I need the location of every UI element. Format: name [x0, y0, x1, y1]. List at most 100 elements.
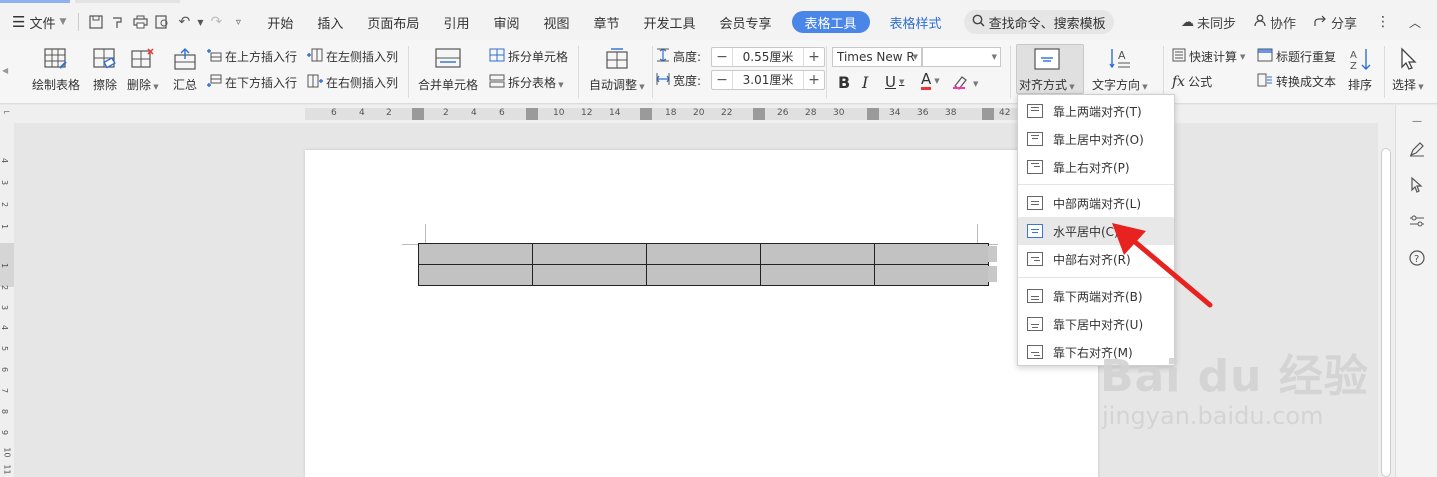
- table-cell[interactable]: [646, 243, 761, 265]
- erase-button[interactable]: 擦除: [91, 40, 119, 93]
- tab-member[interactable]: 会员专享: [708, 8, 784, 36]
- column-marker[interactable]: [867, 108, 879, 120]
- menu-item-middle-justify[interactable]: 中部两端对齐(L): [1018, 189, 1174, 217]
- print-icon[interactable]: [129, 11, 151, 33]
- sort-icon: AZ: [1346, 45, 1374, 73]
- table-cell[interactable]: [532, 264, 647, 286]
- font-size-select[interactable]: ▼: [922, 47, 1001, 67]
- pen-icon[interactable]: [1407, 139, 1427, 159]
- sync-button[interactable]: ☁ 未同步: [1172, 13, 1245, 32]
- file-menu[interactable]: ☰ 文件 ▼: [0, 8, 72, 36]
- convert-to-text-button[interactable]: 转换成文本: [1257, 73, 1336, 90]
- table-cell[interactable]: [874, 243, 989, 265]
- column-marker[interactable]: [412, 108, 424, 120]
- select-button[interactable]: 选择 ▼: [1392, 40, 1424, 93]
- horizontal-ruler[interactable]: ⌐ 6 4 2 2 4 6 10 12 14 18 20 22 26 28 30…: [0, 105, 1395, 123]
- redo-icon[interactable]: ↷: [205, 11, 227, 33]
- collapse-ribbon-icon[interactable]: ︿: [1400, 14, 1437, 31]
- split-cells-button[interactable]: 拆分单元格: [489, 48, 568, 65]
- column-marker[interactable]: [982, 108, 994, 120]
- vertical-scrollbar[interactable]: [1378, 123, 1395, 477]
- repeat-header-button[interactable]: 标题行重复: [1257, 48, 1336, 65]
- ruler-tick: 6: [499, 108, 505, 118]
- tab-table-style[interactable]: 表格样式: [878, 8, 954, 36]
- quick-calc-button[interactable]: 快速计算 ▼: [1172, 48, 1245, 65]
- formula-button[interactable]: fx 公式: [1172, 73, 1212, 90]
- print-preview-icon[interactable]: [151, 11, 173, 33]
- column-marker[interactable]: [526, 108, 538, 120]
- document-table[interactable]: [418, 243, 989, 286]
- tab-view[interactable]: 视图: [531, 8, 581, 36]
- collapse-sidebar-icon[interactable]: —: [1407, 111, 1427, 131]
- tab-references[interactable]: 引用: [431, 8, 481, 36]
- convert-text-icon: [1257, 73, 1273, 90]
- tab-table-tools[interactable]: 表格工具: [791, 11, 870, 33]
- insert-row-above-button[interactable]: 在上方插入行: [206, 48, 297, 65]
- height-increase-button[interactable]: +: [804, 49, 824, 65]
- width-value[interactable]: 3.01厘米: [732, 71, 804, 89]
- merge-cells-button[interactable]: 合并单元格: [418, 40, 478, 93]
- table-cell[interactable]: [760, 243, 875, 265]
- menu-item-top-center[interactable]: 靠上居中对齐(O): [1018, 125, 1174, 153]
- height-decrease-button[interactable]: −: [712, 49, 732, 65]
- save-icon[interactable]: [85, 11, 107, 33]
- menu-item-top-justify[interactable]: 靠上两端对齐(T): [1018, 97, 1174, 125]
- tab-review[interactable]: 审阅: [481, 8, 531, 36]
- format-painter-icon[interactable]: [107, 11, 129, 33]
- collab-button[interactable]: 协作: [1245, 13, 1305, 32]
- table-cell[interactable]: [874, 264, 989, 286]
- settings-sliders-icon[interactable]: [1407, 211, 1427, 231]
- document-page[interactable]: [305, 150, 1098, 477]
- delete-button[interactable]: 删除 ▼: [127, 40, 159, 93]
- menu-item-bottom-center[interactable]: 靠下居中对齐(U): [1018, 310, 1174, 338]
- height-value[interactable]: 0.55厘米: [732, 48, 804, 66]
- table-cell[interactable]: [532, 243, 647, 265]
- more-icon[interactable]: ⋮: [1366, 14, 1400, 30]
- highlight-button[interactable]: ▼: [952, 74, 978, 93]
- font-name-select[interactable]: Times New R ▼: [832, 47, 922, 67]
- menu-item-top-right[interactable]: 靠上右对齐(P): [1018, 153, 1174, 181]
- right-sidebar: — ?: [1395, 105, 1437, 477]
- delete-table-icon: [129, 45, 157, 73]
- italic-button[interactable]: I: [862, 73, 868, 92]
- customize-toolbar-icon[interactable]: ▿: [227, 11, 249, 33]
- column-marker[interactable]: [753, 108, 765, 120]
- insert-col-left-button[interactable]: 在左侧插入列: [307, 48, 398, 65]
- help-icon[interactable]: ?: [1407, 248, 1427, 268]
- split-table-button[interactable]: 拆分表格 ▼: [489, 74, 564, 91]
- height-stepper[interactable]: − 0.55厘米 +: [711, 47, 825, 67]
- column-marker[interactable]: [640, 108, 652, 120]
- font-color-button[interactable]: A ▼: [921, 72, 940, 90]
- table-cell[interactable]: [418, 243, 533, 265]
- table-cell[interactable]: [418, 264, 533, 286]
- share-button[interactable]: 分享: [1305, 13, 1366, 32]
- underline-button[interactable]: U ▼: [885, 73, 904, 91]
- tab-home[interactable]: 开始: [255, 8, 305, 36]
- sort-button[interactable]: AZ 排序: [1346, 40, 1374, 93]
- text-direction-button[interactable]: A 文字方向 ▼: [1092, 40, 1148, 93]
- table-cell[interactable]: [760, 264, 875, 286]
- draw-table-button[interactable]: 绘制表格: [32, 40, 80, 93]
- tab-page-layout[interactable]: 页面布局: [355, 8, 431, 36]
- table-cell[interactable]: [646, 264, 761, 286]
- pointer-icon[interactable]: [1407, 175, 1427, 195]
- width-increase-button[interactable]: +: [804, 72, 824, 88]
- ribbon-scroll-left-icon[interactable]: ◀: [2, 66, 8, 75]
- auto-fit-button[interactable]: 自动调整 ▼: [589, 40, 645, 93]
- width-decrease-button[interactable]: −: [712, 72, 732, 88]
- tab-insert[interactable]: 插入: [305, 8, 355, 36]
- vertical-ruler[interactable]: 4 3 2 1 1 2 3 4 5 6 7 8 9 10 11: [0, 123, 14, 477]
- undo-icon[interactable]: ↶: [173, 11, 195, 33]
- scrollbar-thumb[interactable]: [1381, 148, 1391, 477]
- tab-section[interactable]: 章节: [581, 8, 631, 36]
- command-search[interactable]: 查找命令、搜索模板: [963, 10, 1114, 34]
- insert-row-below-button[interactable]: 在下方插入行: [206, 74, 297, 91]
- bold-button[interactable]: B: [838, 73, 850, 92]
- insert-col-right-button[interactable]: 在右侧插入列: [307, 74, 398, 91]
- ruler-tick: 1: [0, 262, 10, 269]
- width-stepper[interactable]: − 3.01厘米 +: [711, 70, 825, 90]
- undo-dropdown-icon[interactable]: ▼: [195, 11, 205, 33]
- summary-button[interactable]: 汇总: [171, 40, 199, 93]
- align-button[interactable]: 对齐方式 ▼: [1019, 40, 1075, 93]
- tab-developer[interactable]: 开发工具: [632, 8, 708, 36]
